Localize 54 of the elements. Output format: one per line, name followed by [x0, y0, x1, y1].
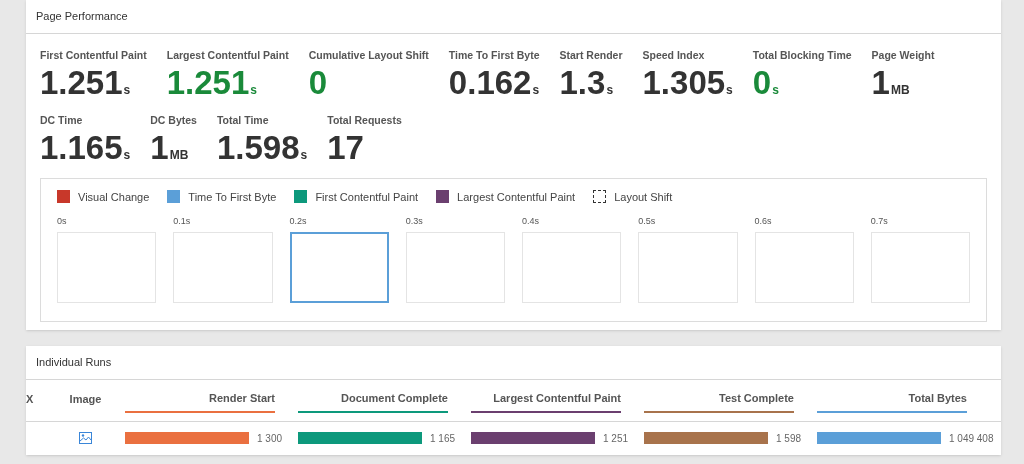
- metric-label: DC Bytes: [150, 112, 197, 128]
- legend-label: Layout Shift: [614, 189, 673, 205]
- filmstrip-frame[interactable]: [289, 231, 389, 303]
- legend-label: First Contentful Paint: [315, 189, 419, 205]
- metric-value: 1MB: [150, 128, 190, 168]
- metric-label: Start Render: [559, 48, 623, 63]
- column-header: Document Complete: [298, 390, 448, 413]
- metric-value: 1MB: [871, 63, 911, 103]
- legend-label: Visual Change: [78, 189, 150, 205]
- panel-title: Page Performance: [36, 9, 128, 25]
- frame-time: 0.2s: [289, 215, 308, 228]
- metric-value: 0 s: [752, 63, 780, 103]
- legend-label: Largest Contentful Paint: [457, 189, 576, 205]
- column-header: Render Start: [125, 390, 275, 413]
- column-header: Test Complete: [644, 390, 794, 413]
- metric-value: 1.598s: [216, 128, 308, 168]
- metric-value: 1.251s: [40, 63, 132, 103]
- frame-time: 0s: [57, 215, 68, 228]
- metric-label: Largest Contentful Paint: [166, 48, 289, 63]
- bar-value: 1 300: [257, 431, 283, 446]
- frame-time: 0.6s: [754, 215, 773, 228]
- metric-label: Cumulative Layout Shift: [308, 48, 429, 63]
- column-header: X: [26, 392, 35, 407]
- bar-value: 1 165: [430, 431, 456, 446]
- frame-time: 0.3s: [405, 215, 424, 228]
- metric-label: DC Time: [40, 112, 84, 128]
- bar-value: 1 598: [776, 431, 802, 446]
- metric-value: 1.251s: [166, 63, 259, 103]
- metric-value: 0.162 s: [448, 63, 540, 103]
- frame-time: 0.7s: [870, 215, 889, 228]
- metric-label: Total Blocking Time: [752, 48, 852, 63]
- metric-value: 1.305s: [642, 63, 733, 103]
- frame-time: 0.1s: [173, 215, 192, 228]
- legend-label: Time To First Byte: [188, 189, 277, 205]
- metric-value: 17: [327, 128, 365, 167]
- image-icon[interactable]: [79, 432, 92, 444]
- bar-value: 1 049 408: [949, 431, 994, 446]
- metric-value: 1.3 s: [559, 63, 615, 103]
- column-header: Largest Contentful Paint: [471, 390, 621, 413]
- metric-label: Speed Index: [642, 48, 706, 63]
- bar-value: 1 251: [603, 431, 629, 446]
- column-header: Image: [68, 392, 103, 407]
- frame-time: 0.4s: [522, 215, 540, 228]
- panel-title: Individual Runs: [36, 354, 112, 370]
- metric-value: 1.165s: [40, 128, 131, 168]
- legend-swatch: [593, 190, 607, 204]
- metric-label: Page Weight: [871, 48, 935, 63]
- metric-label: Total Requests: [327, 112, 402, 128]
- metric-label: First Contentful Paint: [40, 48, 147, 63]
- metric-label: Total Time: [216, 112, 270, 128]
- frame-time: 0.5s: [638, 215, 657, 228]
- metric-label: Time To First Byte: [448, 48, 540, 63]
- metric-value: 0: [308, 63, 329, 102]
- column-header: Total Bytes: [817, 390, 967, 413]
